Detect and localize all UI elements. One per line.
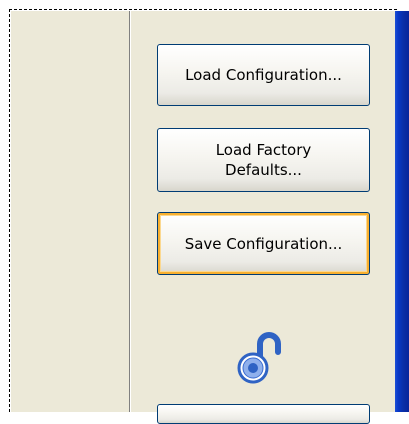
window-frame-edge: [395, 11, 409, 412]
load-factory-defaults-label: Load Factory Defaults...: [215, 141, 312, 179]
load-configuration-button[interactable]: Load Configuration...: [157, 44, 370, 106]
unlocked-padlock-icon[interactable]: [236, 330, 292, 386]
save-configuration-label: Save Configuration...: [184, 234, 343, 253]
left-panel: [11, 11, 129, 412]
focus-dashed-border-top: [9, 9, 397, 10]
window-canvas: Load Configuration... Load Factory Defau…: [0, 0, 409, 424]
focus-dashed-border-left: [9, 9, 10, 412]
unlocked-padlock-icon-graphic: [237, 332, 281, 384]
load-factory-defaults-button[interactable]: Load Factory Defaults...: [157, 128, 370, 192]
save-configuration-button[interactable]: Save Configuration...: [157, 212, 370, 275]
load-configuration-label: Load Configuration...: [185, 66, 342, 84]
next-button-partial[interactable]: [157, 404, 370, 424]
